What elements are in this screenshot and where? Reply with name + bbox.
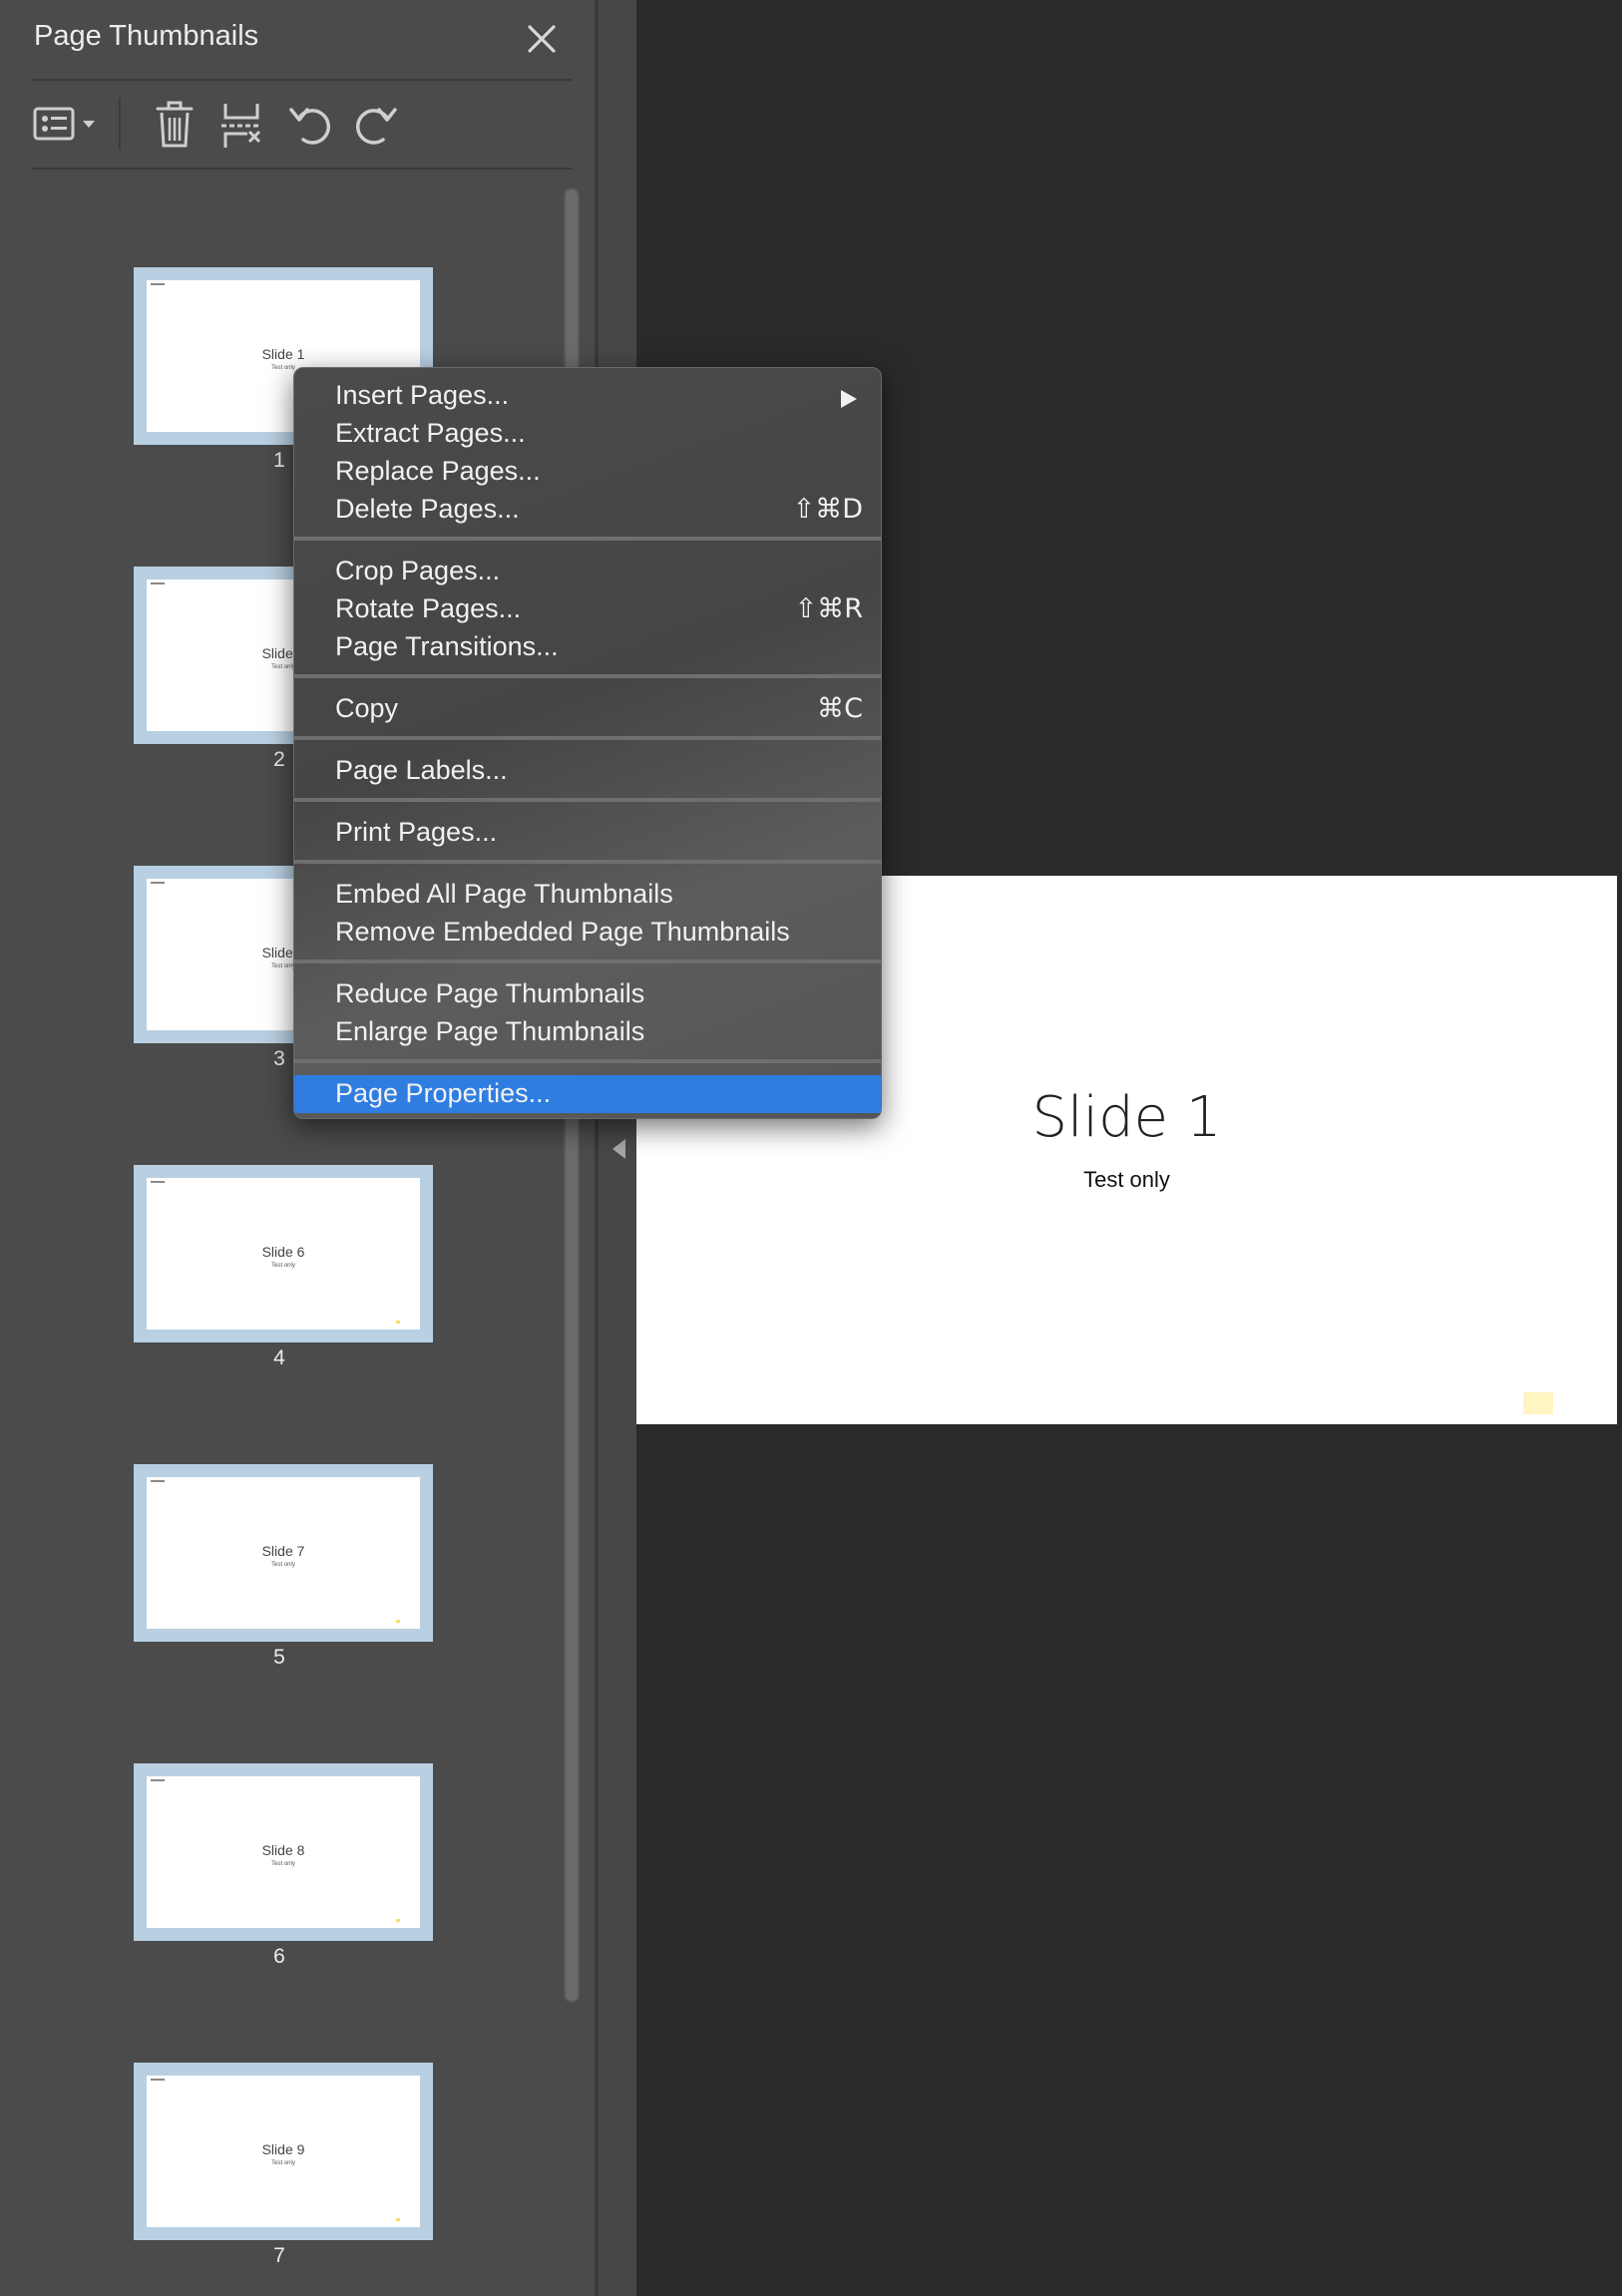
page-number: 4 <box>273 1346 285 1369</box>
thumbnail-subtitle: Test only <box>271 1263 295 1269</box>
menu-separator <box>294 798 881 802</box>
page-thumbnail[interactable]: Slide 8 Test only <box>134 1763 433 1941</box>
menu-separator <box>294 674 881 678</box>
thumbnail-title: Slide 9 <box>261 2141 305 2157</box>
menu-item-page-properties[interactable]: Page Properties... <box>294 1075 881 1113</box>
thumbnail-page: Slide 8 Test only <box>147 1776 420 1928</box>
header-divider <box>32 79 573 81</box>
thumbnail-page: Slide 6 Test only <box>147 1178 420 1330</box>
page-thumbnail[interactable]: Slide 6 Test only <box>134 1165 433 1342</box>
page-number: 3 <box>273 1047 285 1070</box>
menu-item-delete-pages[interactable]: Delete Pages... ⇧⌘D <box>294 491 881 529</box>
thumbnail-title: Slide 7 <box>261 1543 305 1559</box>
insert-page-icon[interactable] <box>217 96 267 154</box>
menu-item-extract-pages[interactable]: Extract Pages... <box>294 415 881 453</box>
menu-item-embed-thumbnails[interactable]: Embed All Page Thumbnails <box>294 876 881 914</box>
panel-splitter[interactable] <box>599 0 636 2296</box>
page-number: 5 <box>273 1646 285 1669</box>
thumbnail-options-icon[interactable] <box>32 96 102 154</box>
close-icon[interactable] <box>521 18 563 60</box>
menu-separator <box>294 1059 881 1063</box>
page-number: 2 <box>273 748 285 771</box>
slide-subtitle: Test only <box>1083 1167 1170 1192</box>
collapse-panel-icon[interactable] <box>612 1139 625 1159</box>
thumbnail-subtitle: Test only <box>271 1562 295 1568</box>
menu-item-enlarge-thumbnails[interactable]: Enlarge Page Thumbnails <box>294 1013 881 1051</box>
menu-separator <box>294 736 881 740</box>
thumbnails-panel: Page Thumbnails Slide 1 Test only 1 Slid… <box>0 0 595 2296</box>
menu-separator <box>294 537 881 541</box>
menu-item-page-labels[interactable]: Page Labels... <box>294 752 881 790</box>
page-number: 7 <box>273 2244 285 2267</box>
context-menu: Insert Pages... Extract Pages... Replace… <box>293 367 882 1119</box>
page-number: 1 <box>273 449 285 472</box>
thumbnail-subtitle: Test only <box>271 2160 295 2166</box>
page-thumbnail[interactable]: Slide 9 Test only <box>134 2063 433 2240</box>
thumbnail-title: Slide 6 <box>261 1244 305 1260</box>
thumbnail-page: Slide 7 Test only <box>147 1477 420 1629</box>
menu-item-rotate-pages[interactable]: Rotate Pages... ⇧⌘R <box>294 590 881 628</box>
thumbnail-title: Slide 1 <box>261 346 305 362</box>
trash-icon[interactable] <box>150 96 200 154</box>
menu-item-replace-pages[interactable]: Replace Pages... <box>294 453 881 491</box>
shortcut-label: ⇧⌘R <box>794 593 863 624</box>
panel-title: Page Thumbnails <box>34 20 259 52</box>
note-annotation[interactable] <box>1523 1392 1553 1414</box>
shortcut-label: ⌘C <box>817 693 863 724</box>
menu-item-print-pages[interactable]: Print Pages... <box>294 814 881 852</box>
thumbnail-subtitle: Test only <box>271 1861 295 1867</box>
toolbar-divider <box>32 168 573 170</box>
menu-item-insert-pages[interactable]: Insert Pages... <box>294 377 881 415</box>
shortcut-label: ⇧⌘D <box>792 494 863 525</box>
menu-item-reduce-thumbnails[interactable]: Reduce Page Thumbnails <box>294 975 881 1013</box>
menu-item-crop-pages[interactable]: Crop Pages... <box>294 553 881 590</box>
submenu-arrow-icon <box>841 390 857 408</box>
page-number: 6 <box>273 1945 285 1968</box>
menu-item-copy[interactable]: Copy ⌘C <box>294 690 881 728</box>
menu-separator <box>294 959 881 963</box>
menu-separator <box>294 860 881 864</box>
thumbnail-title: Slide 8 <box>261 1842 305 1858</box>
thumbnail-page: Slide 9 Test only <box>147 2076 420 2227</box>
page-thumbnail[interactable]: Slide 7 Test only <box>134 1464 433 1642</box>
menu-item-page-transitions[interactable]: Page Transitions... <box>294 628 881 666</box>
menu-item-remove-embedded-thumbnails[interactable]: Remove Embedded Page Thumbnails <box>294 914 881 952</box>
rotate-counterclockwise-icon[interactable] <box>285 96 335 154</box>
toolbar-separator <box>119 98 121 150</box>
rotate-clockwise-icon[interactable] <box>351 96 401 154</box>
